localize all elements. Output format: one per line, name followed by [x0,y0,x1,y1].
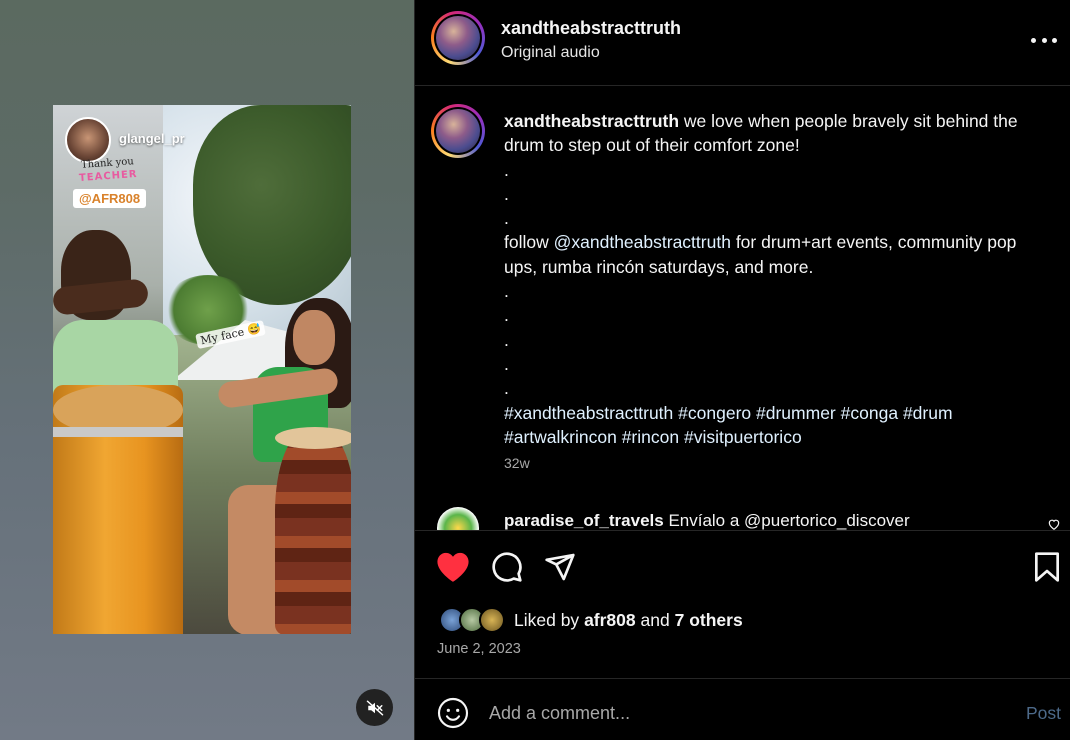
hashtag-link[interactable]: #artwalkrincon [504,427,617,447]
share-button[interactable] [542,549,578,585]
caption-dot: . [504,159,509,180]
caption-dot: . [504,305,509,326]
hashtag-link[interactable]: #conga [841,403,898,423]
liked-by-text: Liked by afr808 and 7 others [514,610,743,631]
heart-filled-icon [437,552,469,582]
post-comment-button[interactable]: Post [1026,703,1061,724]
caption-follow-paragraph: follow @xandtheabstracttruth for drum+ar… [504,230,1044,279]
caption-dot: . [504,281,509,302]
media-pane: glangel_pr Thank you TEACHER @AFR808 My … [0,0,414,740]
hashtag-link[interactable]: #visitpuertorico [684,427,802,447]
bookmark-icon [1035,552,1059,582]
add-comment-bar: Post [415,678,1070,740]
drummer-woman-face [293,310,335,365]
reel-video[interactable]: glangel_pr Thank you TEACHER @AFR808 My … [53,105,351,634]
hashtag-link[interactable]: #drummer [756,403,836,423]
more-options-button[interactable] [1031,30,1057,50]
actions-bar: Liked by afr808 and 7 others June 2, 202… [415,530,1070,678]
conga-drum-right [275,430,351,634]
caption-dot: . [504,378,509,399]
mention-sticker: @AFR808 [73,189,147,208]
post-header: xandtheabstracttruth Original audio [415,0,1070,86]
more-horizontal-icon [1031,37,1036,43]
comment-button[interactable] [489,549,525,585]
hashtag-link[interactable]: #rincon [622,427,679,447]
hashtag-link[interactable]: #congero [678,403,751,423]
caption-dot: . [504,183,509,204]
paper-plane-icon [545,553,575,581]
caption-avatar[interactable] [431,104,485,158]
smiley-icon [437,697,469,729]
comment-avatar[interactable] [437,507,479,530]
caption-timestamp: 32w [504,455,530,471]
header-avatar[interactable] [431,11,485,65]
speaker-muted-icon [366,700,383,715]
comment-body: Envíalo a @puertorico_discover [668,511,910,530]
comment-item: paradise_of_travels Envíalo a @puertoric… [504,511,910,530]
caption-dot: . [504,208,509,229]
emoji-button[interactable] [437,697,469,729]
liked-by-others-link[interactable]: 7 others [675,610,743,630]
post-date: June 2, 2023 [437,641,521,657]
save-button[interactable] [1029,549,1065,585]
original-audio-link[interactable]: Original audio [501,44,600,62]
story-username: glangel_pr [119,131,185,146]
liked-by-prefix: Liked by [514,610,580,630]
follow-prefix: follow [504,232,549,253]
comment-like-button[interactable] [1047,517,1061,530]
post-side-pane: xandtheabstracttruth Original audio xand… [414,0,1070,740]
thank-you-teacher-sticker: Thank you TEACHER [72,155,144,190]
like-button[interactable] [435,549,471,585]
liked-by-avatars[interactable] [439,607,511,633]
hashtag-link[interactable]: #drum [903,403,953,423]
heart-outline-icon [1048,519,1060,530]
caption-dot: . [504,329,509,350]
caption-dot: . [504,353,509,374]
caption-username[interactable]: xandtheabstracttruth [504,111,679,131]
comment-bubble-icon [492,552,522,582]
follow-mention-link[interactable]: @xandtheabstracttruth [554,232,731,252]
comment-input[interactable] [489,696,989,730]
mute-button[interactable] [356,689,393,726]
liked-by-and: and [640,610,670,630]
header-username[interactable]: xandtheabstracttruth [501,18,681,39]
story-avatar [65,117,111,163]
comment-username[interactable]: paradise_of_travels [504,511,664,530]
post-caption: xandtheabstracttruth we love when people… [504,109,1044,449]
caption-hashtags: #xandtheabstracttruth #congero #drummer … [504,401,1044,450]
liker-avatar [479,607,505,633]
comments-area[interactable]: xandtheabstracttruth we love when people… [415,87,1070,530]
conga-drum-right-head [275,427,351,449]
caption-first-paragraph: xandtheabstracttruth we love when people… [504,109,1044,158]
liked-by-user-link[interactable]: afr808 [584,610,636,630]
conga-drum-left-rim [53,427,183,437]
hashtag-link[interactable]: #xandtheabstracttruth [504,403,673,423]
